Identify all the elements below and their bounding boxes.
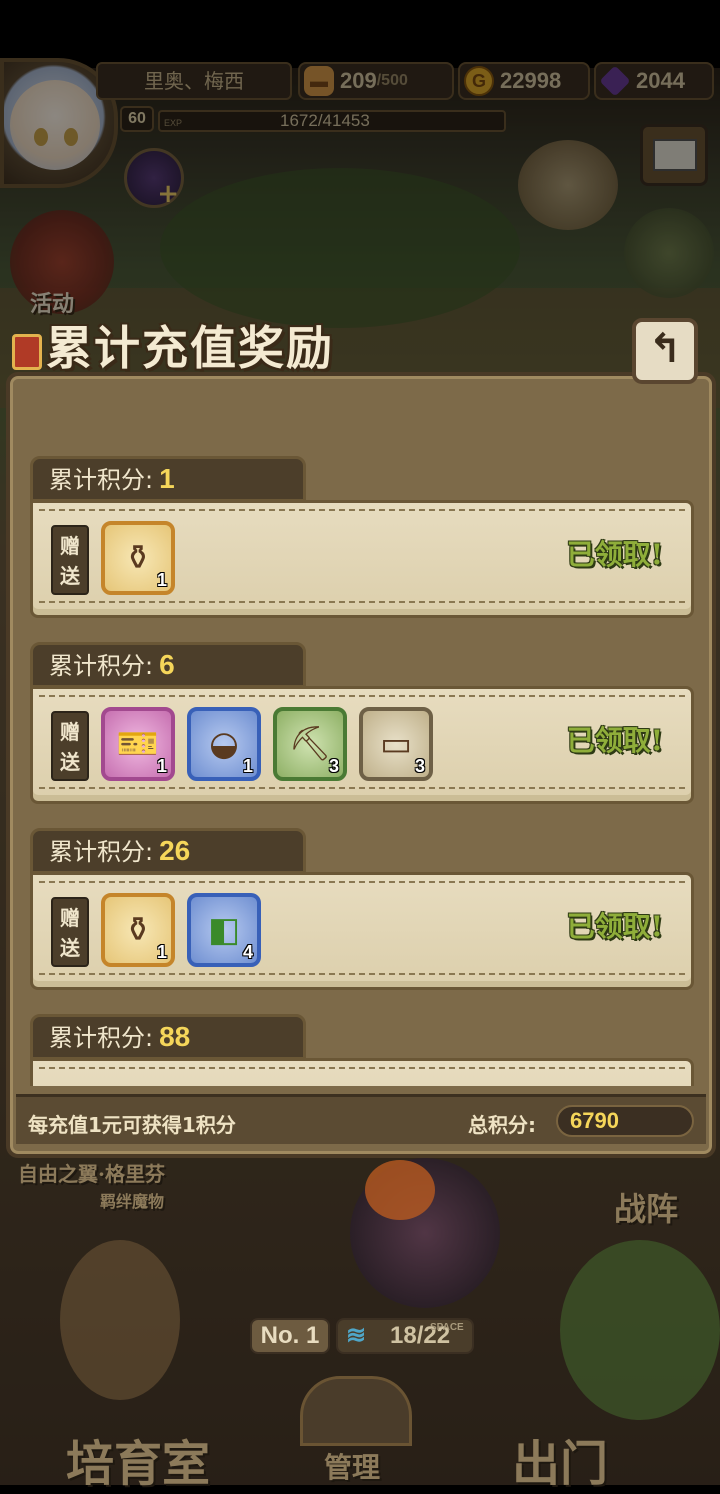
tier-prefix: 累计积分: [49,838,154,866]
tier-body: 赠送 🎫 1 ◒ 1 ⛏ 3 ▭ 3 已领取! [30,686,694,804]
modal-title-text: 累计充值奖励 [46,321,334,375]
space-counter: ≋ SPACE 18/22 [336,1318,474,1354]
tier-body: 赠送 ⚱ 1 已领取! [30,500,694,618]
gift-tag: 赠送 [51,711,89,781]
back-arrow-icon: ↰ [648,326,682,372]
item-count: 1 [156,570,167,590]
reward-items: 🎫 1 ◒ 1 ⛏ 3 ▭ 3 [101,707,433,781]
item-count: 3 [414,756,425,776]
tier-row: 累计积分: 1 赠送 ⚱ 1 已领取! [16,446,696,621]
tier-row: 累计积分: 88 [16,1004,696,1086]
space-label: SPACE [430,1322,464,1333]
claimed-status: 已领取! [566,724,663,757]
formation-button[interactable]: 战阵 [614,1184,678,1230]
tier-prefix: 累计积分: [49,466,154,494]
green-jar-icon[interactable]: ◧ 4 [187,893,261,967]
bond-monster-sub: 羁绊魔物 [100,1192,165,1211]
tier-prefix: 累计积分: [49,1024,154,1052]
tier-points: 1 [159,463,175,494]
tier-tab: 累计积分: 88 [30,1014,306,1060]
tier-tab: 累计积分: 1 [30,456,306,502]
tier-row: 累计积分: 26 赠送 ⚱ 1 ◧ 4 已领取! [16,818,696,993]
winged-potion-icon[interactable]: ⚱ 1 [101,521,175,595]
tier-tab: 累计积分: 26 [30,828,306,874]
total-points-label: 总积分: [468,1113,536,1137]
manage-button[interactable]: 管理 [324,1446,380,1486]
back-button[interactable]: ↰ [632,318,698,384]
fur-tail-icon [60,1240,180,1400]
item-count: 1 [242,756,253,776]
treasure-chest-icon[interactable]: ▭ 3 [359,707,433,781]
points-footer: 每充值1元可获得1积分 总积分: 6790 [16,1094,706,1144]
go-out-button[interactable]: 出门 [512,1424,608,1494]
tree-icon [560,1240,720,1420]
tier-row: 累计积分: 6 赠送 🎫 1 ◒ 1 ⛏ 3 ▭ 3 已领取! [16,632,696,807]
gift-tag: 赠送 [51,897,89,967]
tier-list[interactable]: 累计积分: 1 赠送 ⚱ 1 已领取! 累计积分: 6 赠送 🎫 1 ◒ 1 ⛏ 3 ▭ 3 … [16,386,696,1086]
treasure-chest-icon [12,334,42,370]
rank-badge: No. 1 [250,1318,330,1354]
winged-potion-icon[interactable]: ⚱ 1 [101,893,175,967]
item-count: 4 [242,942,253,962]
reward-items: ⚱ 1 [101,521,175,595]
total-points-value: 6790 [556,1105,694,1137]
pickaxe-icon[interactable]: ⛏ 3 [273,707,347,781]
manage-icon [300,1376,412,1446]
tier-body: 赠送 ⚱ 1 ◧ 4 已领取! [30,872,694,990]
tier-prefix: 累计积分: [49,652,154,680]
tier-tab: 累计积分: 6 [30,642,306,688]
tier-points: 26 [159,835,191,866]
bond-monster-name: 自由之翼·格里芬 [18,1162,165,1186]
reward-items: ⚱ 1 ◧ 4 [101,893,261,967]
item-count: 1 [156,756,167,776]
item-count: 1 [156,942,167,962]
tier-points: 88 [159,1021,191,1052]
claimed-status: 已领取! [566,538,663,571]
egg-helmet-icon[interactable]: ◒ 1 [187,707,261,781]
gift-tag: 赠送 [51,525,89,595]
points-rule: 每充值1元可获得1积分 [28,1113,236,1137]
space-wave-icon: ≋ [346,1322,367,1349]
tier-points: 6 [159,649,175,680]
tier-body [30,1058,694,1086]
claimed-status: 已领取! [566,910,663,943]
ticket-icon[interactable]: 🎫 1 [101,707,175,781]
modal-title: 累计充值奖励 [12,312,334,382]
pumpkin-head-icon [365,1160,435,1220]
nursery-button[interactable]: 培育室 [66,1424,210,1494]
item-count: 3 [328,756,339,776]
